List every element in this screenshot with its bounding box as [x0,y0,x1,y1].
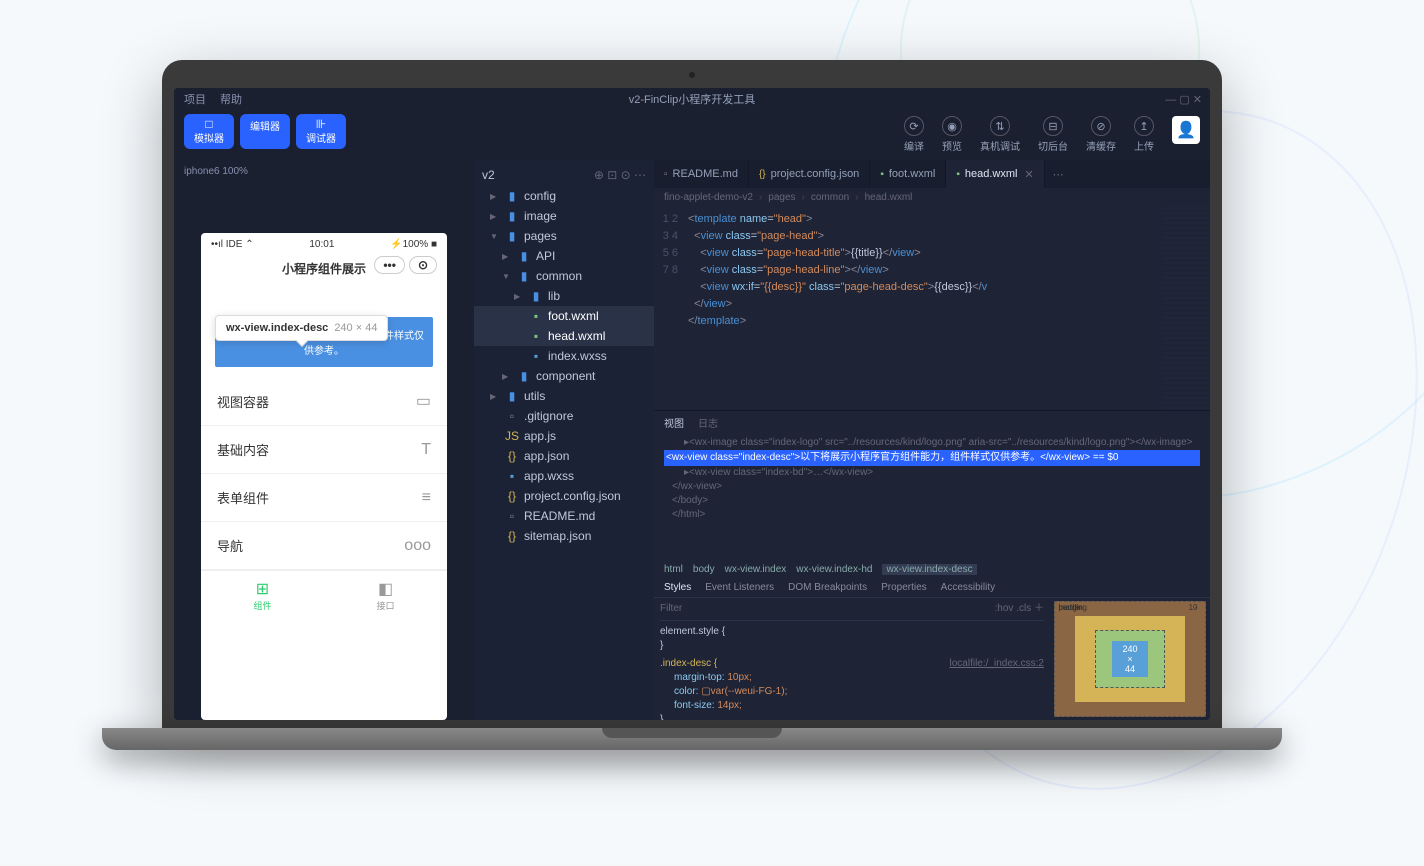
phone-frame: ••ıl IDE ⌃ 10:01 ⚡100% ■ 小程序组件展示 ••• ⊙ [201,233,447,720]
elements-panel[interactable]: ▸<wx-image class="index-logo" src="../re… [654,434,1210,561]
tab-overflow[interactable]: ⋯ [1045,160,1072,188]
styles-filter[interactable]: Filter [660,602,682,616]
styles-panel[interactable]: Filter :hov .cls ＋ element.style {} loca… [654,598,1050,721]
tree-item[interactable]: ▪head.wxml [474,326,654,346]
selected-element: <wx-view class="index-desc">以下将展示小程序官方组件… [664,450,1200,466]
tree-item[interactable]: ▶▮component [474,366,654,386]
status-time: 10:01 [309,239,334,250]
elements-breadcrumb[interactable]: htmlbodywx-view.indexwx-view.index-hdwx-… [654,561,1210,578]
tree-item[interactable]: ▫.gitignore [474,406,654,426]
minimap[interactable] [1162,207,1210,410]
toolbar-action[interactable]: ⊟切后台 [1038,116,1068,153]
menubar: 项目 帮助 v2-FinClip小程序开发工具 — ▢ ✕ [174,88,1210,110]
window-title: v2-FinClip小程序开发工具 [629,91,756,107]
capsule-close[interactable]: ⊙ [409,256,437,274]
toolbar-simulator[interactable]: □模拟器 [184,114,234,149]
project-root[interactable]: v2 [482,168,495,182]
tree-item[interactable]: ▶▮utils [474,386,654,406]
tree-item[interactable]: {}sitemap.json [474,526,654,546]
editor-tabbar: ▫README.md{}project.config.json▪foot.wxm… [654,160,1210,188]
camera-dot [689,72,695,78]
devtools-subtab[interactable]: Event Listeners [705,582,774,593]
app-title: 小程序组件展示 [282,262,366,276]
tree-item[interactable]: ▼▮common [474,266,654,286]
tree-item[interactable]: ▫README.md [474,506,654,526]
tree-item[interactable]: ▶▮image [474,206,654,226]
tree-item[interactable]: ▶▮API [474,246,654,266]
toolbar-action[interactable]: ↥上传 [1134,116,1154,153]
list-item[interactable]: 导航ooo [201,522,447,570]
status-signal: ••ıl IDE ⌃ [211,239,254,250]
status-battery: ⚡100% ■ [390,239,437,250]
file-explorer: v2 ⊕ ⊡ ⊙ ⋯ ▶▮config▶▮image▼▮pages▶▮API▼▮… [474,160,654,720]
inspector-tooltip: wx-view.index-desc240 × 44 [215,315,388,341]
box-model: margin 10 border - padding - [1050,598,1210,721]
capsule-more[interactable]: ••• [374,256,405,274]
editor-tab[interactable]: ▫README.md [654,160,749,188]
devtools-tab-log[interactable]: 日志 [698,415,718,430]
toolbar-editor[interactable]: 编辑器 [240,114,290,149]
devtools-subtab[interactable]: Styles [664,582,691,593]
toolbar-action[interactable]: ⟳编译 [904,116,924,153]
code-editor[interactable]: 1 2 3 4 5 6 7 8 <template name="head"> <… [654,207,1210,410]
devtools-subtab[interactable]: DOM Breakpoints [788,582,867,593]
devtools-subtab[interactable]: Accessibility [941,582,995,593]
toolbar-debugger[interactable]: ⊪调试器 [296,114,346,149]
tree-item[interactable]: {}project.config.json [474,486,654,506]
window-controls[interactable]: — ▢ ✕ [1165,93,1202,106]
tree-item[interactable]: JSapp.js [474,426,654,446]
menu-project[interactable]: 项目 [184,91,206,107]
editor-tab[interactable]: {}project.config.json [749,160,870,188]
tree-item[interactable]: ▪index.wxss [474,346,654,366]
toolbar-action[interactable]: ⊘清缓存 [1086,116,1116,153]
toolbar: □模拟器编辑器⊪调试器 ⟳编译 ◉预览 ⇅真机调试 ⊟切后台 ⊘清缓存 ↥上传 👤 [174,110,1210,160]
devtools-tab-view[interactable]: 视图 [664,415,684,430]
tree-item[interactable]: ▪app.wxss [474,466,654,486]
laptop-frame: 项目 帮助 v2-FinClip小程序开发工具 — ▢ ✕ □模拟器编辑器⊪调试… [162,60,1222,750]
simulator-panel: iphone6 100% ••ıl IDE ⌃ 10:01 ⚡100% ■ 小程… [174,160,474,720]
simulator-device[interactable]: iphone6 100% [174,160,474,183]
list-item[interactable]: 表单组件≡ [201,474,447,522]
devtools-subtab[interactable]: Properties [881,582,927,593]
breadcrumb[interactable]: fino-applet-demo-v2›pages›common›head.wx… [654,188,1210,207]
toolbar-action[interactable]: ⇅真机调试 [980,116,1020,153]
menu-help[interactable]: 帮助 [220,91,242,107]
toolbar-action[interactable]: ◉预览 [942,116,962,153]
editor-tab[interactable]: ▪head.wxml✕ [946,160,1044,188]
devtools: 视图 日志 ▸<wx-image class="index-logo" src=… [654,410,1210,720]
avatar[interactable]: 👤 [1172,116,1200,144]
styles-toggles[interactable]: :hov .cls ＋ [995,602,1044,616]
tree-item[interactable]: ▶▮lib [474,286,654,306]
explorer-actions[interactable]: ⊕ ⊡ ⊙ ⋯ [594,168,646,182]
tabbar-item[interactable]: ◧接口 [324,571,447,616]
list-item[interactable]: 基础内容T [201,426,447,474]
tree-item[interactable]: ▼▮pages [474,226,654,246]
tabbar-item[interactable]: ⊞组件 [201,571,324,616]
list-item[interactable]: 视图容器▭ [201,377,447,426]
editor-tab[interactable]: ▪foot.wxml [870,160,946,188]
tree-item[interactable]: ▶▮config [474,186,654,206]
tree-item[interactable]: {}app.json [474,446,654,466]
tree-item[interactable]: ▪foot.wxml [474,306,654,326]
